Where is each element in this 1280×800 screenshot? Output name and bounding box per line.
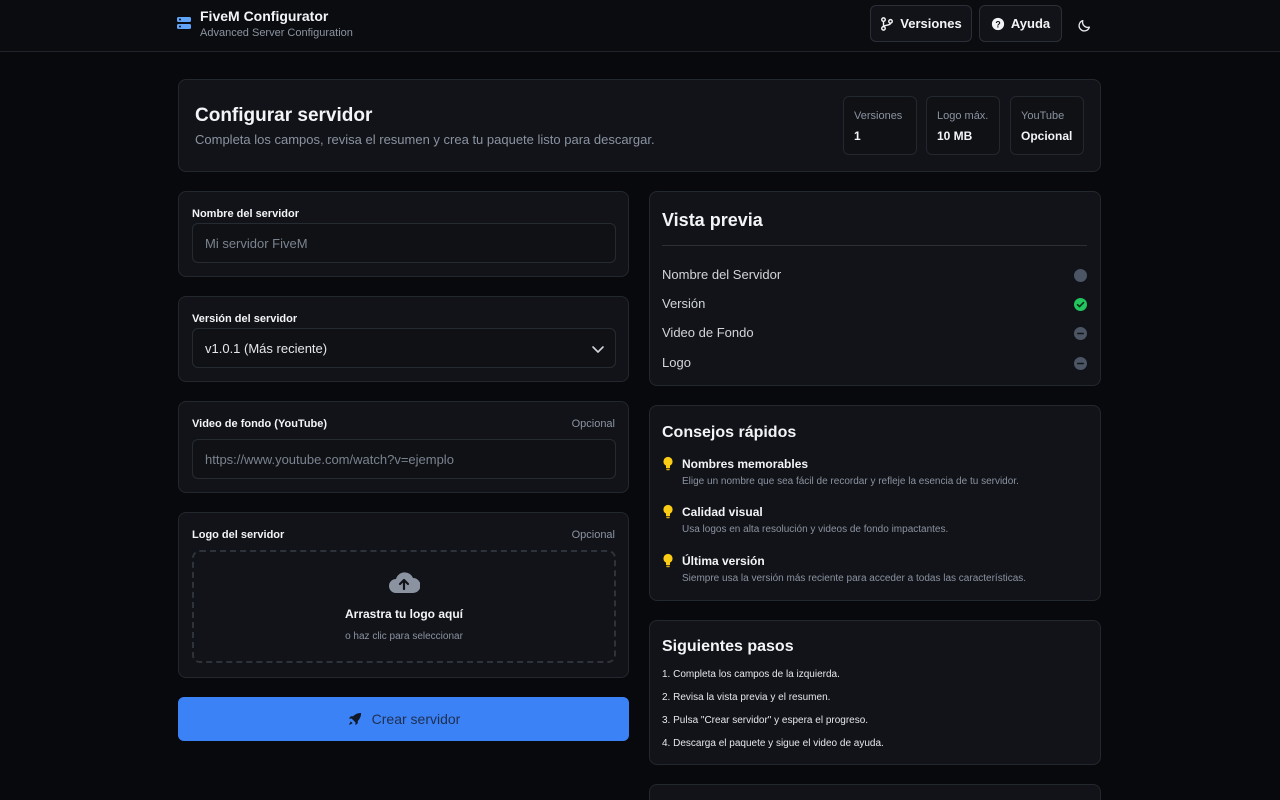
step-item: 3. Pulsa "Crear servidor" y espera el pr… (662, 715, 869, 726)
tip-description: Siempre usa la versión más reciente para… (682, 573, 1027, 584)
server-name-input[interactable]: Mi servidor FiveM (192, 223, 616, 263)
rocket-icon (348, 712, 361, 725)
server-version-value: v1.0.1 (Más reciente) (205, 340, 328, 356)
versions-button[interactable]: Versiones (870, 5, 972, 42)
logo-label: Logo del servidor (192, 529, 285, 541)
step-item: 2. Revisa la vista previa y el resumen. (662, 692, 831, 703)
theme-toggle[interactable] (1072, 12, 1098, 38)
tips-title: Consejos rápidos (662, 424, 797, 441)
preview-title: Vista previa (662, 210, 763, 230)
dropzone-title: Arrastra tu logo aquí (344, 607, 463, 621)
cloud-upload-icon (389, 572, 420, 593)
versions-label: Versiones (900, 16, 962, 31)
step-item: 4. Descarga el paquete y sigue el video … (662, 738, 884, 749)
tip-title: Calidad visual (682, 505, 763, 519)
server-version-select[interactable]: v1.0.1 (Más reciente) (192, 328, 616, 368)
preview-divider (662, 245, 1087, 246)
logo-dropzone[interactable]: Arrastra tu logo aquí o haz clic para se… (192, 550, 616, 663)
create-server-label: Crear servidor (371, 711, 461, 727)
server-name-card: Nombre del servidor Mi servidor FiveM (178, 191, 629, 277)
help-label: Ayuda (1010, 16, 1051, 31)
preview-row-label: Nombre del Servidor (662, 267, 782, 282)
summary-card (649, 784, 1101, 800)
server-icon (177, 17, 191, 29)
app-subtitle: Advanced Server Configuration (200, 27, 353, 39)
lightbulb-icon (663, 553, 673, 568)
preview-card: Vista previa Nombre del Servidor Versión… (649, 191, 1101, 386)
minus-circle-icon (1074, 327, 1087, 340)
tip-description: Elige un nombre que sea fácil de recorda… (682, 476, 1019, 487)
chevron-down-icon (592, 346, 604, 353)
pending-status-icon (1074, 269, 1087, 282)
logo-card: Logo del servidor Opcional Arrastra tu l… (178, 512, 629, 678)
help-button[interactable]: ? Ayuda (979, 5, 1062, 42)
server-version-label: Versión del servidor (192, 313, 298, 325)
svg-text:?: ? (995, 19, 1000, 29)
video-url-input[interactable]: https://www.youtube.com/watch?v=ejemplo (192, 439, 616, 479)
step-item: 1. Completa los campos de la izquierda. (662, 669, 840, 680)
stat-versions: Versiones 1 (843, 96, 917, 155)
tip-description: Usa logos en alta resolución y videos de… (682, 524, 949, 535)
server-name-label: Nombre del servidor (192, 208, 299, 220)
preview-row-name: Nombre del Servidor (662, 265, 1087, 285)
server-version-card: Versión del servidor v1.0.1 (Más recient… (178, 296, 629, 382)
stat-value: Opcional (1021, 129, 1073, 143)
create-server-button[interactable]: Crear servidor (178, 697, 629, 741)
preview-row-version: Versión (662, 294, 1087, 314)
stat-value: 10 MB (937, 129, 973, 143)
video-optional: Opcional (571, 418, 615, 430)
stat-logo-max: Logo máx. 10 MB (926, 96, 1000, 155)
tips-card: Consejos rápidos Nombres memorables Elig… (649, 405, 1101, 601)
logo-optional: Opcional (571, 529, 615, 541)
stat-label: Versiones (854, 110, 903, 122)
stat-label: Logo máx. (937, 110, 989, 122)
help-icon: ? (991, 17, 1004, 30)
preview-row-label: Logo (662, 355, 691, 370)
video-card: Video de fondo (YouTube) Opcional https:… (178, 401, 629, 493)
video-label: Video de fondo (YouTube) (192, 418, 328, 430)
next-steps-card: Siguientes pasos 1. Completa los campos … (649, 620, 1101, 765)
intro-card: Configurar servidor Completa los campos,… (178, 79, 1101, 172)
tip-title: Nombres memorables (682, 457, 809, 471)
preview-row-video: Video de Fondo (662, 323, 1087, 343)
check-circle-icon (1074, 298, 1087, 311)
stat-youtube: YouTube Opcional (1010, 96, 1084, 155)
preview-row-label: Video de Fondo (662, 325, 754, 340)
page-subtitle: Completa los campos, revisa el resumen y… (195, 132, 655, 147)
moon-icon (1078, 19, 1091, 32)
branch-icon (881, 16, 894, 31)
app-title: FiveM Configurator (200, 8, 329, 24)
top-header: FiveM Configurator Advanced Server Confi… (0, 0, 1280, 52)
lightbulb-icon (663, 504, 673, 519)
stat-label: YouTube (1021, 110, 1065, 122)
preview-row-label: Versión (662, 296, 706, 311)
minus-circle-icon (1074, 357, 1087, 370)
dropzone-subtitle: o haz clic para seleccionar (345, 631, 463, 642)
lightbulb-icon (663, 456, 673, 471)
preview-row-logo: Logo (662, 353, 1087, 373)
next-steps-title: Siguientes pasos (662, 638, 794, 655)
stat-value: 1 (854, 129, 861, 143)
tip-title: Última versión (682, 554, 765, 568)
brand[interactable]: FiveM Configurator Advanced Server Confi… (176, 7, 353, 40)
page-title: Configurar servidor (195, 105, 373, 126)
